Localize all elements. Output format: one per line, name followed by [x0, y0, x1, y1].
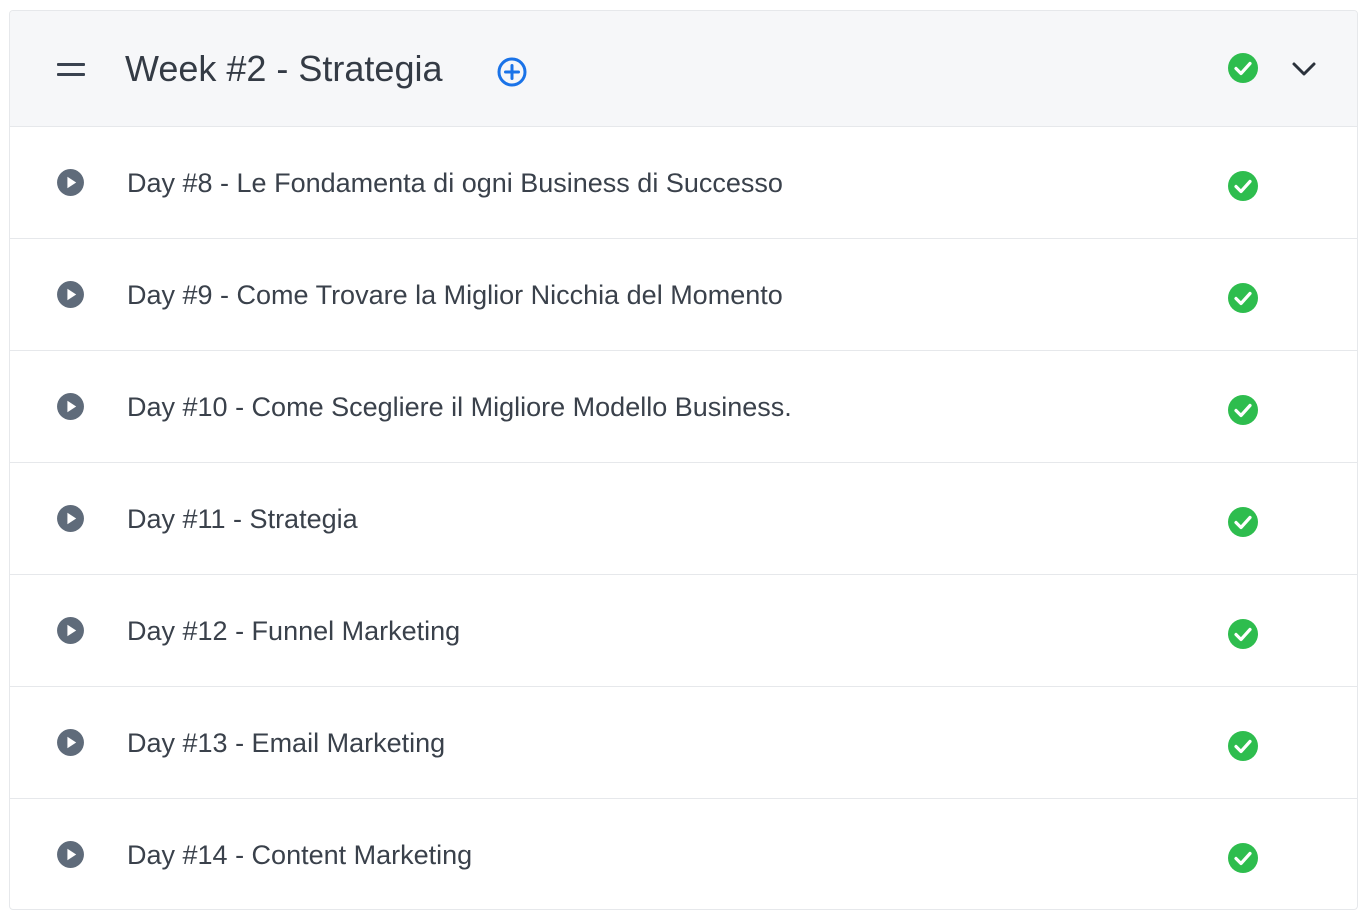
play-circle-icon: [57, 841, 84, 868]
play-circle-icon: [57, 729, 84, 756]
lesson-title[interactable]: Day #9 - Come Trovare la Miglior Nicchia…: [127, 277, 783, 313]
section-title: Week #2 - Strategia: [125, 48, 443, 89]
lesson-title[interactable]: Day #12 - Funnel Marketing: [127, 613, 460, 649]
chevron-down-icon[interactable]: [1290, 55, 1318, 83]
lesson-row[interactable]: Day #14 - Content Marketing: [10, 799, 1357, 909]
lesson-complete-check-icon: [1228, 619, 1258, 649]
course-section-panel: Week #2 - Strategia Day #8 - Le Fondamen…: [9, 10, 1358, 910]
lesson-list: Day #8 - Le Fondamenta di ogni Business …: [10, 127, 1357, 909]
lesson-row[interactable]: Day #11 - Strategia: [10, 463, 1357, 575]
lesson-complete-check-icon: [1228, 395, 1258, 425]
lesson-title[interactable]: Day #8 - Le Fondamenta di ogni Business …: [127, 165, 783, 201]
section-complete-check-icon: [1228, 53, 1258, 83]
lesson-row[interactable]: Day #9 - Come Trovare la Miglior Nicchia…: [10, 239, 1357, 351]
play-circle-icon: [57, 281, 84, 308]
section-header[interactable]: Week #2 - Strategia: [10, 11, 1357, 127]
lesson-row[interactable]: Day #8 - Le Fondamenta di ogni Business …: [10, 127, 1357, 239]
play-circle-icon: [57, 393, 84, 420]
lesson-title[interactable]: Day #10 - Come Scegliere il Migliore Mod…: [127, 389, 792, 425]
add-lesson-icon[interactable]: [496, 56, 528, 88]
lesson-row[interactable]: Day #13 - Email Marketing: [10, 687, 1357, 799]
lesson-row[interactable]: Day #10 - Come Scegliere il Migliore Mod…: [10, 351, 1357, 463]
lesson-row[interactable]: Day #12 - Funnel Marketing: [10, 575, 1357, 687]
lesson-complete-check-icon: [1228, 843, 1258, 873]
lesson-title[interactable]: Day #11 - Strategia: [127, 501, 358, 537]
lesson-title[interactable]: Day #14 - Content Marketing: [127, 837, 472, 873]
lesson-complete-check-icon: [1228, 283, 1258, 313]
drag-handle-icon[interactable]: [57, 63, 85, 77]
play-circle-icon: [57, 617, 84, 644]
lesson-complete-check-icon: [1228, 731, 1258, 761]
lesson-complete-check-icon: [1228, 507, 1258, 537]
play-circle-icon: [57, 169, 84, 196]
lesson-complete-check-icon: [1228, 171, 1258, 201]
lesson-title[interactable]: Day #13 - Email Marketing: [127, 725, 445, 761]
play-circle-icon: [57, 505, 84, 532]
